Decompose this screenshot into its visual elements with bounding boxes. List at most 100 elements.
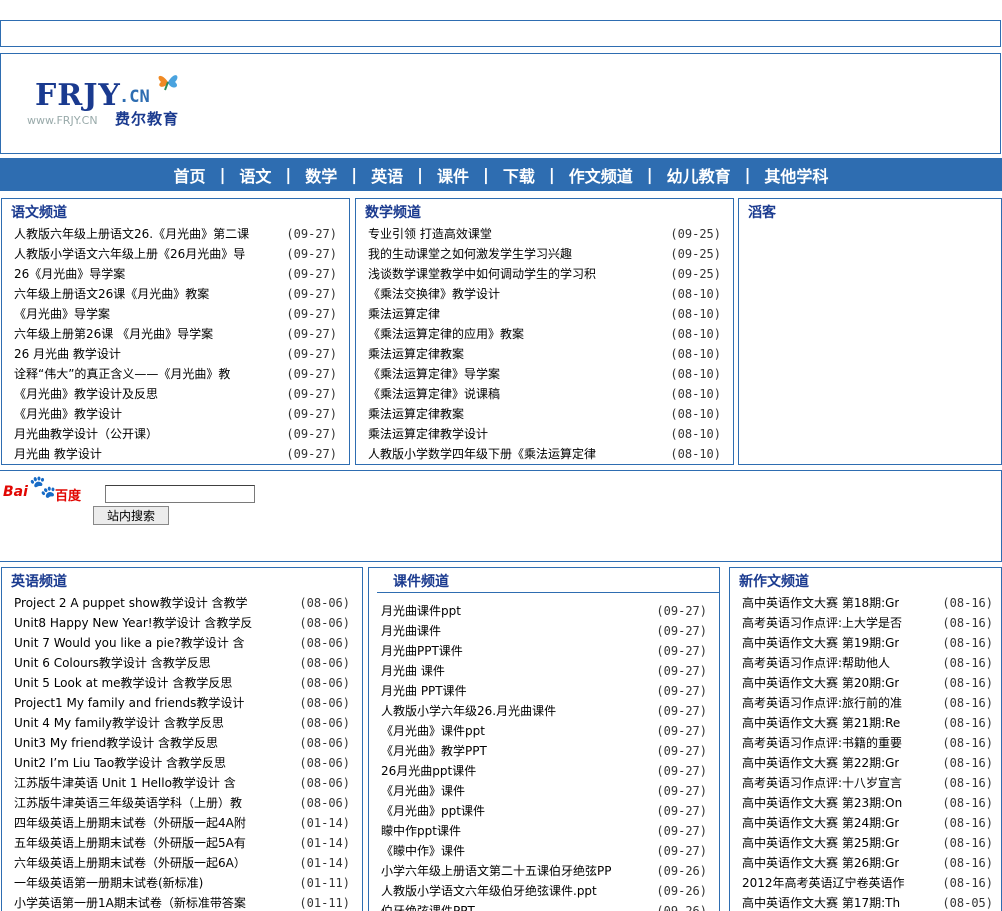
list-item: 人教版小学六年级26.月光曲课件 (09-27) bbox=[381, 701, 707, 721]
article-link[interactable]: 《乘法运算定律》导学案 bbox=[368, 364, 500, 384]
nav-item[interactable]: 作文频道 bbox=[559, 163, 643, 187]
article-link[interactable]: 我的生动课堂之如何激发学生学习兴趣 bbox=[368, 244, 572, 264]
article-link[interactable]: 六年级上册语文26课《月光曲》教案 bbox=[14, 284, 209, 304]
article-link[interactable]: 高中英语作文大赛 第25期:Gr bbox=[742, 833, 899, 853]
list-item: 《乘法运算定律》导学案 (08-10) bbox=[368, 364, 721, 384]
article-link[interactable]: 人教版六年级上册语文26.《月光曲》第二课 bbox=[14, 224, 249, 244]
article-date: (08-16) bbox=[942, 836, 993, 850]
article-link[interactable]: 26《月光曲》导学案 bbox=[14, 264, 125, 284]
composition-channel-panel: 新作文频道 高中英语作文大赛 第18期:Gr (08-16) 高考英语习作点评:上大… bbox=[729, 567, 1002, 911]
article-date: (09-26) bbox=[656, 884, 707, 898]
article-link[interactable]: Unit 6 Colours教学设计 含教学反思 bbox=[14, 653, 211, 673]
article-link[interactable]: 高中英语作文大赛 第19期:Gr bbox=[742, 633, 899, 653]
article-link[interactable]: 高考英语习作点评:旅行前的准 bbox=[742, 693, 902, 713]
article-link[interactable]: 四年级英语上册期末试卷（外研版一起4A附 bbox=[14, 813, 246, 833]
article-link[interactable]: 月光曲 PPT课件 bbox=[381, 681, 467, 701]
article-link[interactable]: 2012年高考英语辽宁卷英语作 bbox=[742, 873, 905, 893]
article-link[interactable]: 高中英语作文大赛 第23期:On bbox=[742, 793, 902, 813]
nav-item[interactable]: 语文 bbox=[229, 163, 281, 187]
article-link[interactable]: 小学六年级上册语文第二十五课伯牙绝弦PP bbox=[381, 861, 611, 881]
article-link[interactable]: 专业引领 打造高效课堂 bbox=[368, 224, 492, 244]
article-link[interactable]: 《月光曲》教学设计 bbox=[14, 404, 122, 424]
article-link[interactable]: 月光曲课件 bbox=[381, 621, 441, 641]
article-link[interactable]: 诠释“伟大”的真正含义——《月光曲》教 bbox=[14, 364, 230, 384]
article-link[interactable]: 人教版小学语文六年级上册《26月光曲》导 bbox=[14, 244, 245, 264]
article-link[interactable]: Unit2 I’m Liu Tao教学设计 含教学反思 bbox=[14, 753, 226, 773]
site-search-button[interactable]: 站内搜索 bbox=[93, 506, 169, 525]
article-link[interactable]: 高中英语作文大赛 第26期:Gr bbox=[742, 853, 899, 873]
article-link[interactable]: 高考英语习作点评:十八岁宣言 bbox=[742, 773, 902, 793]
article-link[interactable]: 月光曲 教学设计 bbox=[14, 444, 102, 464]
article-link[interactable]: Unit 4 My family教学设计 含教学反思 bbox=[14, 713, 224, 733]
article-link[interactable]: 乘法运算定律教学设计 bbox=[368, 424, 488, 444]
article-link[interactable]: 高中英语作文大赛 第21期:Re bbox=[742, 713, 900, 733]
article-link[interactable]: 人教版小学语文六年级伯牙绝弦课件.ppt bbox=[381, 881, 597, 901]
nav-separator: | bbox=[483, 165, 489, 184]
article-link[interactable]: Unit 5 Look at me教学设计 含教学反思 bbox=[14, 673, 232, 693]
search-input[interactable] bbox=[105, 485, 255, 503]
nav-item[interactable]: 课件 bbox=[427, 163, 479, 187]
article-link[interactable]: 《月光曲》导学案 bbox=[14, 304, 110, 324]
article-date: (08-16) bbox=[942, 656, 993, 670]
nav-item[interactable]: 下载 bbox=[493, 163, 545, 187]
article-link[interactable]: 《月光曲》课件 bbox=[381, 781, 465, 801]
article-link[interactable]: 高中英语作文大赛 第18期:Gr bbox=[742, 593, 899, 613]
article-link[interactable]: 高中英语作文大赛 第24期:Gr bbox=[742, 813, 899, 833]
article-link[interactable]: 月光曲 课件 bbox=[381, 661, 445, 681]
list-item: 人教版六年级上册语文26.《月光曲》第二课 (09-27) bbox=[14, 224, 337, 244]
article-link[interactable]: 月光曲PPT课件 bbox=[381, 641, 463, 661]
article-date: (08-10) bbox=[670, 367, 721, 381]
article-link[interactable]: 人教版小学数学四年级下册《乘法运算定律 bbox=[368, 444, 596, 464]
baidu-logo-cn: 百度 bbox=[55, 489, 82, 504]
article-link[interactable]: 乘法运算定律教案 bbox=[368, 344, 464, 364]
article-link[interactable]: 《矇中作》课件 bbox=[381, 841, 465, 861]
article-link[interactable]: 高考英语习作点评:书籍的重要 bbox=[742, 733, 902, 753]
article-link[interactable]: 矇中作ppt课件 bbox=[381, 821, 461, 841]
article-link[interactable]: 高考英语习作点评:帮助他人 bbox=[742, 653, 890, 673]
courseware-channel-panel: 课件频道 月光曲课件ppt (09-27) 月光曲课件 (09-27) 月光曲PPT课件… bbox=[368, 567, 720, 911]
article-link[interactable]: 小学英语第一册1A期末试卷（新标准带答案 bbox=[14, 893, 246, 911]
article-link[interactable]: Unit3 My friend教学设计 含教学反思 bbox=[14, 733, 218, 753]
article-date: (08-06) bbox=[299, 616, 350, 630]
article-link[interactable]: Project1 My family and friends教学设计 bbox=[14, 693, 244, 713]
list-item: 《月光曲》教学设计 (09-27) bbox=[14, 404, 337, 424]
article-date: (09-27) bbox=[286, 447, 337, 461]
article-link[interactable]: 高中英语作文大赛 第17期:Th bbox=[742, 893, 900, 911]
list-item: 乘法运算定律教案 (08-10) bbox=[368, 344, 721, 364]
nav-item[interactable]: 首页 bbox=[164, 163, 216, 187]
article-link[interactable]: 五年级英语上册期末试卷（外研版一起5A有 bbox=[14, 833, 246, 853]
article-link[interactable]: 《乘法运算定律的应用》教案 bbox=[368, 324, 524, 344]
article-link[interactable]: 《月光曲》课件ppt bbox=[381, 721, 485, 741]
logo-chinese-name: 费尔教育 bbox=[115, 110, 180, 128]
article-link[interactable]: 《乘法交换律》教学设计 bbox=[368, 284, 500, 304]
article-link[interactable]: 江苏版牛津英语 Unit 1 Hello教学设计 含 bbox=[14, 773, 236, 793]
article-link[interactable]: 人教版小学六年级26.月光曲课件 bbox=[381, 701, 556, 721]
article-link[interactable]: Project 2 A puppet show教学设计 含教学 bbox=[14, 593, 248, 613]
article-link[interactable]: 《月光曲》教学PPT bbox=[381, 741, 487, 761]
article-link[interactable]: 伯牙绝弦课件PPT bbox=[381, 901, 475, 911]
article-link[interactable]: 六年级英语上册期末试卷（外研版一起6A） bbox=[14, 853, 246, 873]
article-link[interactable]: 26月光曲ppt课件 bbox=[381, 761, 476, 781]
article-link[interactable]: Unit8 Happy New Year!教学设计 含教学反 bbox=[14, 613, 252, 633]
article-link[interactable]: 《乘法运算定律》说课稿 bbox=[368, 384, 500, 404]
article-link[interactable]: 高中英语作文大赛 第20期:Gr bbox=[742, 673, 899, 693]
article-link[interactable]: 乘法运算定律教案 bbox=[368, 404, 464, 424]
nav-item[interactable]: 其他学科 bbox=[754, 163, 838, 187]
article-link[interactable]: 浅谈数学课堂教学中如何调动学生的学习积 bbox=[368, 264, 596, 284]
article-link[interactable]: 六年级上册第26课 《月光曲》导学案 bbox=[14, 324, 213, 344]
article-link[interactable]: Unit 7 Would you like a pie?教学设计 含 bbox=[14, 633, 245, 653]
article-link[interactable]: 一年级英语第一册期末试卷(新标准) bbox=[14, 873, 203, 893]
article-link[interactable]: 月光曲教学设计（公开课） bbox=[14, 424, 158, 444]
article-link[interactable]: 乘法运算定律 bbox=[368, 304, 440, 324]
article-link[interactable]: 《月光曲》ppt课件 bbox=[381, 801, 485, 821]
nav-item[interactable]: 英语 bbox=[361, 163, 413, 187]
nav-item[interactable]: 幼儿教育 bbox=[657, 163, 741, 187]
article-link[interactable]: 江苏版牛津英语三年级英语学科（上册）教 bbox=[14, 793, 242, 813]
article-link[interactable]: 月光曲课件ppt bbox=[381, 601, 461, 621]
article-link[interactable]: 26 月光曲 教学设计 bbox=[14, 344, 121, 364]
site-logo[interactable]: FRJY .CN 费尔教育 www.FRJY.CN bbox=[25, 68, 195, 130]
article-link[interactable]: 高考英语习作点评:上大学是否 bbox=[742, 613, 902, 633]
article-link[interactable]: 高中英语作文大赛 第22期:Gr bbox=[742, 753, 899, 773]
article-link[interactable]: 《月光曲》教学设计及反思 bbox=[14, 384, 158, 404]
nav-item[interactable]: 数学 bbox=[295, 163, 347, 187]
